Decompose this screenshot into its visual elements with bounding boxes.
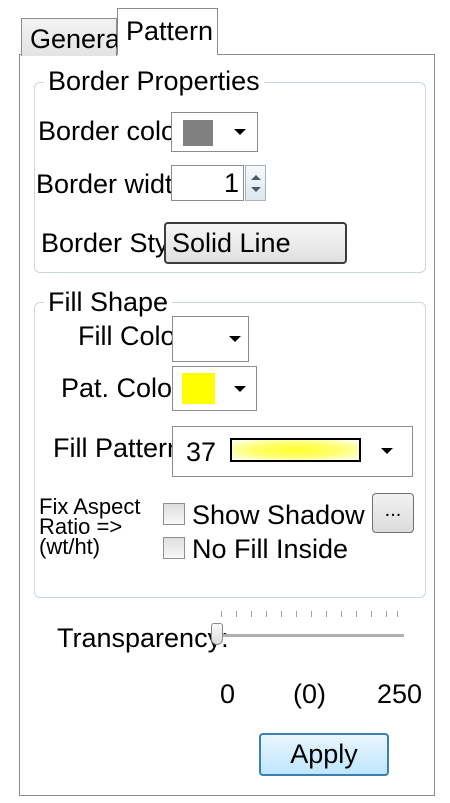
chevron-down-icon [234,129,246,135]
chevron-down-icon [229,336,241,342]
tab-pattern[interactable]: Pattern [117,8,218,55]
border-width-spinner[interactable] [245,165,266,201]
fill-pattern-label: Fill Pattern: [53,433,190,463]
chevron-down-icon [234,386,246,392]
spin-down-icon[interactable] [251,187,261,192]
border-color-swatch [183,120,213,146]
pat-color-picker[interactable] [172,366,257,411]
no-fill-inside-label[interactable]: No Fill Inside [192,531,348,567]
tab-pattern-label: Pattern [126,16,214,46]
ellipsis-button[interactable]: ... [372,493,414,533]
fill-pattern-number: 37 [186,437,217,467]
pat-color-label: Pat. Color: [61,373,189,403]
apply-button[interactable]: Apply [259,733,389,776]
fill-pattern-dropdown[interactable]: 37 [172,426,413,477]
slider-track [214,634,404,638]
fill-shape-title: Fill Shape [44,287,173,317]
pat-color-swatch [182,373,215,404]
border-properties-title: Border Properties [44,66,264,96]
border-color-picker[interactable] [171,112,258,152]
border-color-label: Border color: [38,116,193,146]
tab-general-label: General [30,24,127,54]
fill-color-picker[interactable] [172,316,249,362]
border-style-value: Solid Line [172,228,291,258]
chevron-down-icon [381,448,393,454]
transparency-slider[interactable] [202,608,410,654]
border-style-dropdown[interactable]: Solid Line [164,222,347,264]
show-shadow-label[interactable]: Show Shadow [192,497,365,533]
transparency-min: 0 [220,679,236,709]
border-width-field[interactable]: 1 [171,165,244,201]
spin-up-icon[interactable] [251,175,261,180]
fill-pattern-preview [230,438,361,462]
no-fill-inside-checkbox[interactable] [163,537,185,559]
tab-general[interactable]: General [21,18,126,56]
transparency-current: (0) [293,679,326,709]
fix-aspect-label: Fix Aspect Ratio => (wt/ht) [39,496,149,559]
transparency-max: 250 [377,679,423,709]
slider-thumb[interactable] [211,623,223,645]
fix-aspect-line-3: (wt/ht) [39,534,101,559]
show-shadow-checkbox[interactable] [163,503,185,525]
fill-color-swatch [181,325,217,353]
slider-ticks [202,608,410,618]
